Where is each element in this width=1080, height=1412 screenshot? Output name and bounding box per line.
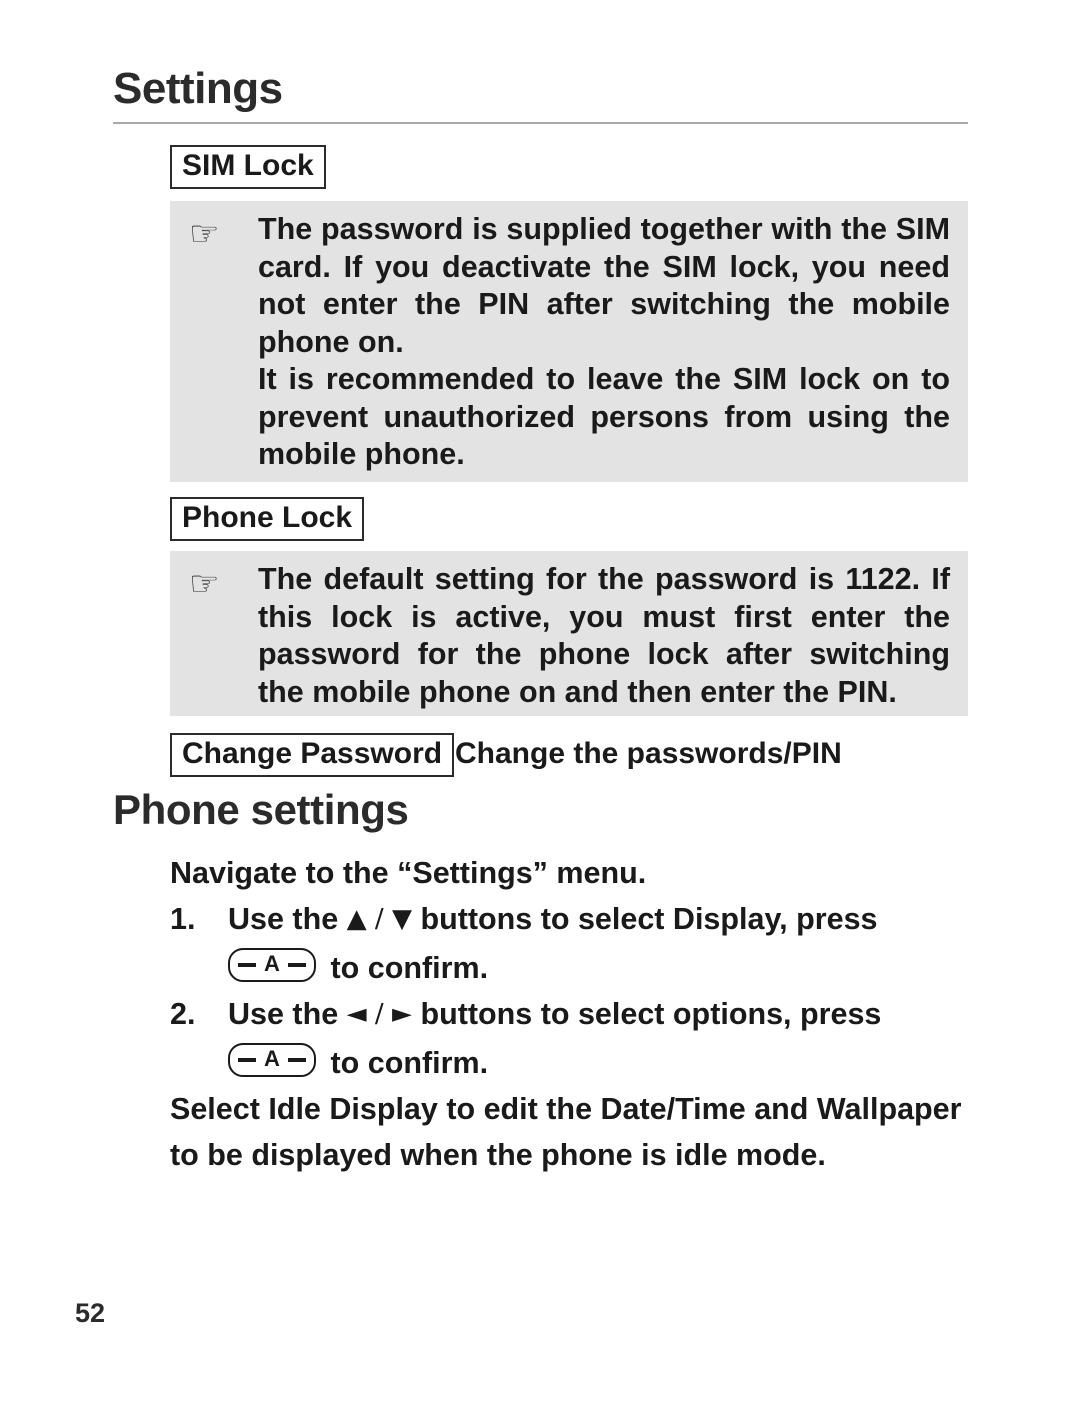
document-page: Settings SIM Lock ☞ The password is supp… — [0, 0, 1080, 1412]
phone-settings-intro: Navigate to the “Settings” menu. — [170, 856, 647, 890]
step-1-keys: ▲ / ▼ — [346, 904, 412, 934]
header-divider — [113, 122, 968, 124]
step-1-text-before: Use the — [228, 902, 339, 936]
sim-lock-heading: SIM Lock — [170, 145, 326, 189]
closing-line-1: Select Idle Display to edit the Date/Tim… — [170, 1092, 962, 1126]
page-title: Settings — [113, 64, 283, 113]
pointing-hand-icon: ☞ — [189, 565, 220, 603]
step-1-confirm-line: A to confirm. — [170, 944, 970, 991]
phone-lock-note-text: The default setting for the password is … — [258, 561, 950, 711]
step-1-line: 1. Use the ▲ / ▼ buttons to select Displa… — [170, 896, 970, 944]
step-2-number: 2. — [170, 997, 196, 1031]
page-number: 52 — [75, 1298, 106, 1328]
sim-lock-paragraph-2: It is recommended to leave the SIM lock … — [258, 362, 950, 471]
sim-lock-heading-wrapper: SIM Lock — [170, 145, 326, 189]
step-2-text-before: Use the — [228, 997, 339, 1031]
sim-lock-note-text: The password is supplied together with t… — [258, 211, 950, 474]
change-password-label: Change Password — [170, 733, 455, 777]
pointing-hand-icon: ☞ — [189, 215, 220, 253]
phone-settings-heading: Phone settings — [113, 786, 409, 833]
phone-lock-paragraph-1: The default setting for the password is … — [258, 562, 950, 709]
sim-lock-paragraph-1: The password is supplied together with t… — [258, 212, 950, 359]
step-2-keys: ◄ / ► — [346, 999, 412, 1029]
confirm-key-icon: A — [228, 948, 316, 982]
change-password-row: Change Password Change the passwords/PIN — [170, 733, 970, 779]
sim-lock-note: ☞ The password is supplied together with… — [170, 201, 968, 482]
step-2-text-after: buttons to select options, press — [420, 997, 882, 1031]
step-2-confirm-text: to confirm. — [330, 1046, 489, 1080]
step-1-confirm-text: to confirm. — [330, 951, 489, 985]
closing-line-2: to be displayed when the phone is idle m… — [170, 1138, 826, 1172]
step-2-confirm-line: A to confirm. — [170, 1039, 970, 1086]
phone-lock-heading: Phone Lock — [170, 497, 365, 541]
step-1-text-after: buttons to select Display, press — [420, 902, 878, 936]
phone-lock-note: ☞ The default setting for the password i… — [170, 551, 968, 716]
confirm-key-icon: A — [228, 1043, 316, 1077]
phone-lock-heading-wrapper: Phone Lock — [170, 497, 365, 541]
phone-settings-body: Navigate to the “Settings” menu. 1. Use t… — [170, 850, 970, 1178]
change-password-description: Change the passwords/PIN — [455, 737, 842, 770]
step-1-number: 1. — [170, 902, 196, 936]
step-2-line: 2. Use the ◄ / ► buttons to select option… — [170, 991, 970, 1039]
